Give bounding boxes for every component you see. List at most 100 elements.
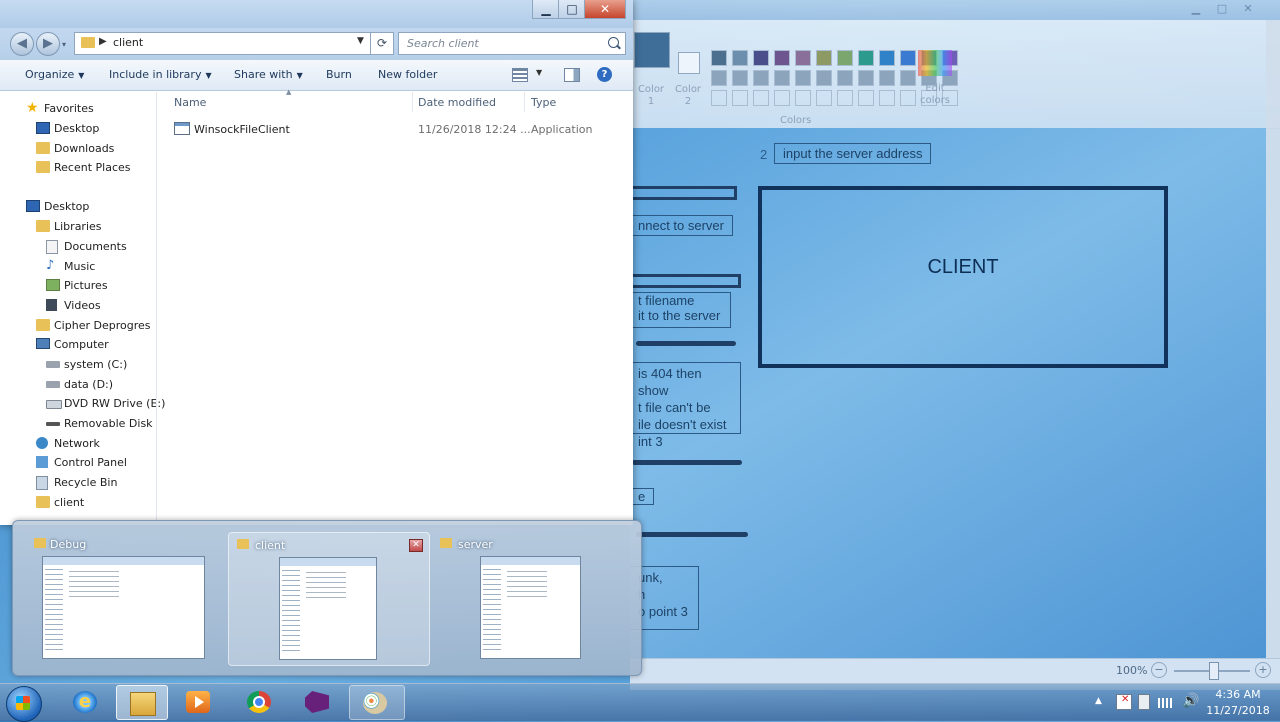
action-center-flag-icon[interactable] bbox=[1116, 694, 1132, 710]
zoom-out-button[interactable]: − bbox=[1151, 662, 1167, 678]
forward-button[interactable]: ▶ bbox=[36, 32, 60, 56]
color-swatch[interactable] bbox=[711, 90, 727, 106]
color-swatch[interactable] bbox=[879, 50, 895, 66]
color-swatch[interactable] bbox=[816, 50, 832, 66]
pictures-icon bbox=[46, 279, 60, 291]
zoom-slider-thumb[interactable] bbox=[1209, 662, 1219, 680]
color-swatch[interactable] bbox=[879, 90, 895, 106]
color-swatch[interactable] bbox=[879, 70, 895, 86]
desktop-icon bbox=[36, 122, 50, 134]
column-divider[interactable] bbox=[524, 92, 525, 112]
color-swatch[interactable] bbox=[753, 50, 769, 66]
canvas-server-address-box: input the server address bbox=[774, 143, 932, 164]
thumbnail-debug[interactable]: Debug bbox=[30, 532, 220, 664]
back-button[interactable]: ◀ bbox=[10, 32, 34, 56]
column-header-name[interactable]: Name bbox=[174, 96, 206, 109]
chevron-down-icon: ▼ bbox=[296, 71, 303, 80]
help-icon[interactable]: ? bbox=[597, 67, 612, 82]
color2-swatch[interactable] bbox=[678, 52, 700, 74]
paint-maximize-button[interactable]: □ bbox=[1212, 2, 1232, 16]
include-in-library-button[interactable]: Include in library ▼ bbox=[109, 68, 212, 81]
color-swatch[interactable] bbox=[858, 50, 874, 66]
search-placeholder: Search client bbox=[407, 37, 479, 50]
color-swatch[interactable] bbox=[774, 90, 790, 106]
zoom-in-button[interactable]: + bbox=[1255, 662, 1271, 678]
control-panel-icon bbox=[36, 456, 48, 468]
color1-swatch[interactable] bbox=[634, 32, 670, 68]
burn-button[interactable]: Burn bbox=[326, 68, 352, 81]
color-swatch[interactable] bbox=[837, 70, 853, 86]
file-type: Application bbox=[531, 123, 593, 136]
maximize-button[interactable]: □ bbox=[558, 0, 586, 19]
edit-colors-label[interactable]: Edit colors bbox=[914, 83, 956, 107]
preview-pane-icon[interactable] bbox=[564, 68, 580, 82]
refresh-button[interactable]: ⟳ bbox=[370, 32, 394, 55]
folder-icon bbox=[36, 319, 50, 331]
power-icon[interactable] bbox=[1138, 694, 1150, 710]
paint-close-button[interactable]: ✕ bbox=[1238, 2, 1258, 16]
color-swatch[interactable] bbox=[816, 70, 832, 86]
minimize-button[interactable]: ▁ bbox=[532, 0, 560, 19]
search-icon[interactable] bbox=[608, 37, 619, 48]
taskbar-windows-explorer[interactable] bbox=[116, 685, 168, 720]
pane-splitter[interactable] bbox=[156, 92, 157, 525]
taskbar-visual-studio[interactable] bbox=[292, 685, 342, 718]
color-swatch[interactable] bbox=[795, 90, 811, 106]
color-swatch[interactable] bbox=[774, 70, 790, 86]
desktop-icon bbox=[26, 200, 40, 212]
color-swatch[interactable] bbox=[753, 70, 769, 86]
color-swatch[interactable] bbox=[900, 50, 916, 66]
paint-minimize-button[interactable]: ▁ bbox=[1186, 2, 1206, 16]
color-swatch[interactable] bbox=[858, 70, 874, 86]
color-swatch[interactable] bbox=[732, 50, 748, 66]
color-swatch[interactable] bbox=[858, 90, 874, 106]
column-header-type[interactable]: Type bbox=[531, 96, 556, 109]
address-breadcrumb[interactable]: client bbox=[113, 36, 143, 49]
star-icon: ★ bbox=[26, 100, 39, 116]
taskbar-chrome[interactable] bbox=[234, 685, 284, 718]
color-swatch[interactable] bbox=[711, 70, 727, 86]
folder-icon bbox=[34, 538, 46, 548]
network-signal-icon[interactable] bbox=[1158, 698, 1172, 708]
color-swatch[interactable] bbox=[795, 50, 811, 66]
column-header-date-modified[interactable]: Date modified bbox=[418, 96, 496, 109]
show-hidden-icons-button[interactable]: ▲ bbox=[1095, 696, 1102, 706]
color-swatch[interactable] bbox=[816, 90, 832, 106]
color-swatch[interactable] bbox=[753, 90, 769, 106]
volume-speaker-icon[interactable]: 🔊 bbox=[1182, 694, 1199, 708]
new-folder-button[interactable]: New folder bbox=[378, 68, 437, 81]
canvas-input-shape bbox=[632, 186, 737, 200]
clock-time[interactable]: 4:36 AM bbox=[1206, 688, 1270, 701]
thumbnail-close-icon[interactable]: ✕ bbox=[409, 539, 423, 552]
color-swatch[interactable] bbox=[837, 90, 853, 106]
thumbnail-title: client bbox=[255, 539, 286, 552]
taskbar-internet-explorer[interactable]: e bbox=[60, 685, 110, 718]
breadcrumb-separator-icon[interactable]: ▶ bbox=[99, 36, 107, 47]
clock-date[interactable]: 11/27/2018 bbox=[1206, 704, 1270, 717]
nav-removable-disk[interactable]: Removable Disk (F bbox=[46, 415, 156, 433]
taskbar-paint[interactable] bbox=[349, 685, 405, 720]
address-bar[interactable]: ▶ client ▼ bbox=[74, 32, 372, 55]
color-swatch[interactable] bbox=[732, 90, 748, 106]
taskbar-media-player[interactable] bbox=[173, 685, 223, 718]
share-with-button[interactable]: Share with ▼ bbox=[234, 68, 303, 81]
close-button[interactable]: ✕ bbox=[584, 0, 626, 19]
recent-pages-chevron-icon[interactable]: ▾ bbox=[62, 40, 66, 49]
color-swatch[interactable] bbox=[795, 70, 811, 86]
edit-colors-icon[interactable] bbox=[918, 50, 952, 76]
address-dropdown-icon[interactable]: ▼ bbox=[357, 36, 364, 46]
change-view-icon[interactable] bbox=[512, 68, 528, 82]
color-swatch[interactable] bbox=[732, 70, 748, 86]
color-swatch[interactable] bbox=[837, 50, 853, 66]
thumbnail-client[interactable]: client ✕ bbox=[228, 532, 430, 666]
paint-scrollbar[interactable] bbox=[1266, 20, 1280, 660]
column-divider[interactable] bbox=[412, 92, 413, 112]
color-swatch[interactable] bbox=[774, 50, 790, 66]
search-input[interactable]: Search client bbox=[398, 32, 626, 55]
color-swatch[interactable] bbox=[711, 50, 727, 66]
view-options-dropdown-icon[interactable]: ▼ bbox=[536, 68, 542, 77]
dvd-drive-icon bbox=[46, 400, 62, 409]
thumbnail-server[interactable]: server bbox=[430, 532, 620, 664]
file-row[interactable]: WinsockFileClient 11/26/2018 12:24 ... A… bbox=[170, 120, 626, 138]
organize-button[interactable]: Organize ▼ bbox=[25, 68, 84, 81]
